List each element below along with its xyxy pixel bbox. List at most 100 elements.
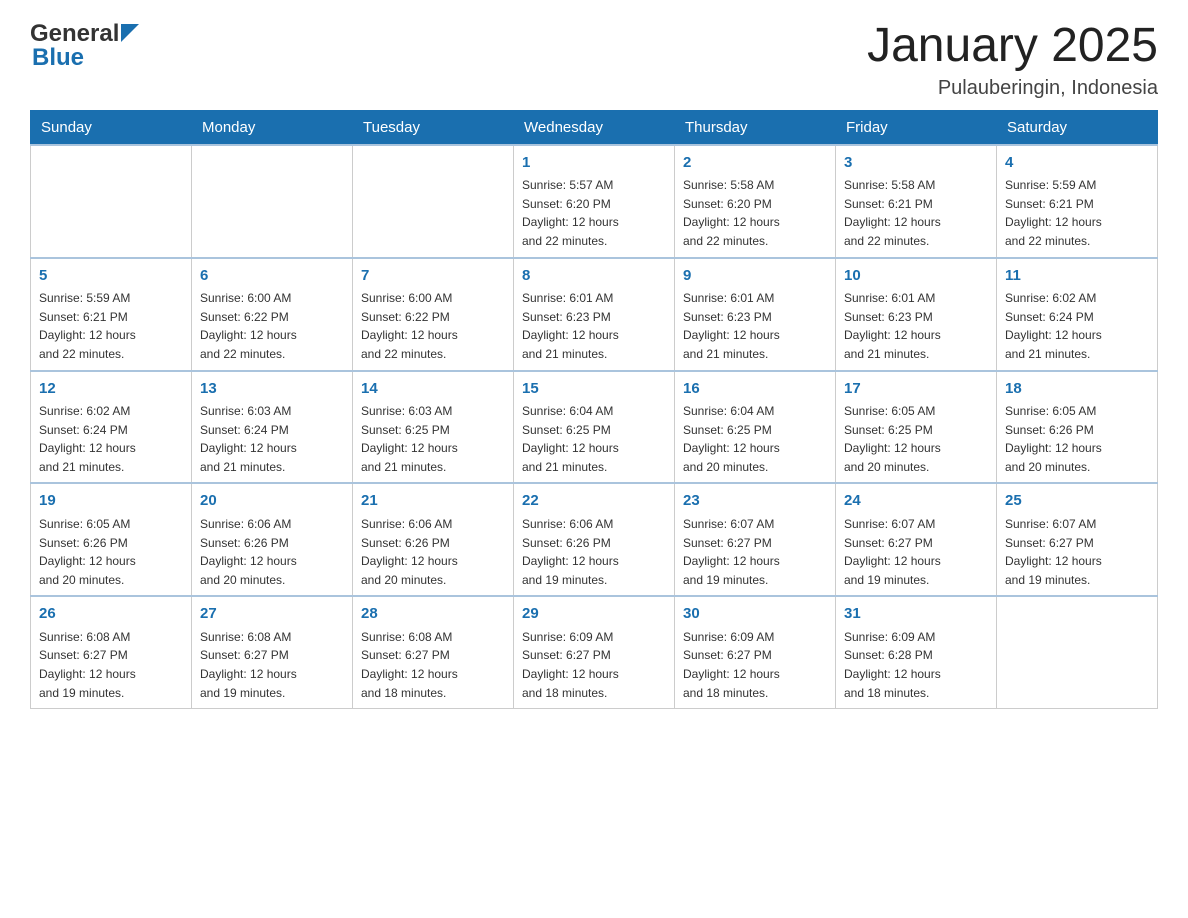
day-number: 5 — [39, 265, 183, 288]
calendar-cell: 19Sunrise: 6:05 AM Sunset: 6:26 PM Dayli… — [31, 483, 192, 596]
day-info: Sunrise: 6:08 AM Sunset: 6:27 PM Dayligh… — [200, 628, 344, 702]
day-info: Sunrise: 6:01 AM Sunset: 6:23 PM Dayligh… — [522, 289, 666, 363]
day-number: 12 — [39, 378, 183, 401]
day-number: 20 — [200, 490, 344, 513]
calendar-cell: 31Sunrise: 6:09 AM Sunset: 6:28 PM Dayli… — [836, 596, 997, 708]
day-number: 27 — [200, 603, 344, 626]
weekday-header-wednesday: Wednesday — [514, 110, 675, 145]
calendar-cell: 1Sunrise: 5:57 AM Sunset: 6:20 PM Daylig… — [514, 145, 675, 258]
day-number: 10 — [844, 265, 988, 288]
calendar-cell: 4Sunrise: 5:59 AM Sunset: 6:21 PM Daylig… — [997, 145, 1158, 258]
day-number: 26 — [39, 603, 183, 626]
day-info: Sunrise: 5:58 AM Sunset: 6:20 PM Dayligh… — [683, 176, 827, 250]
calendar-cell: 29Sunrise: 6:09 AM Sunset: 6:27 PM Dayli… — [514, 596, 675, 708]
calendar-cell: 7Sunrise: 6:00 AM Sunset: 6:22 PM Daylig… — [353, 258, 514, 371]
day-number: 22 — [522, 490, 666, 513]
calendar-header: SundayMondayTuesdayWednesdayThursdayFrid… — [31, 110, 1158, 145]
calendar-week-row: 1Sunrise: 5:57 AM Sunset: 6:20 PM Daylig… — [31, 145, 1158, 258]
calendar-cell: 8Sunrise: 6:01 AM Sunset: 6:23 PM Daylig… — [514, 258, 675, 371]
calendar-cell: 5Sunrise: 5:59 AM Sunset: 6:21 PM Daylig… — [31, 258, 192, 371]
day-number: 30 — [683, 603, 827, 626]
calendar-cell: 22Sunrise: 6:06 AM Sunset: 6:26 PM Dayli… — [514, 483, 675, 596]
day-number: 17 — [844, 378, 988, 401]
day-info: Sunrise: 6:04 AM Sunset: 6:25 PM Dayligh… — [522, 402, 666, 476]
day-info: Sunrise: 6:00 AM Sunset: 6:22 PM Dayligh… — [361, 289, 505, 363]
day-info: Sunrise: 6:03 AM Sunset: 6:24 PM Dayligh… — [200, 402, 344, 476]
day-info: Sunrise: 6:02 AM Sunset: 6:24 PM Dayligh… — [1005, 289, 1149, 363]
logo-blue-text: Blue — [32, 44, 139, 72]
calendar-cell: 25Sunrise: 6:07 AM Sunset: 6:27 PM Dayli… — [997, 483, 1158, 596]
calendar-cell: 14Sunrise: 6:03 AM Sunset: 6:25 PM Dayli… — [353, 371, 514, 484]
day-number: 31 — [844, 603, 988, 626]
day-number: 9 — [683, 265, 827, 288]
calendar-title: January 2025 — [867, 20, 1158, 73]
day-info: Sunrise: 6:05 AM Sunset: 6:26 PM Dayligh… — [39, 515, 183, 589]
day-info: Sunrise: 6:07 AM Sunset: 6:27 PM Dayligh… — [844, 515, 988, 589]
calendar-cell: 26Sunrise: 6:08 AM Sunset: 6:27 PM Dayli… — [31, 596, 192, 708]
day-info: Sunrise: 5:59 AM Sunset: 6:21 PM Dayligh… — [1005, 176, 1149, 250]
calendar-cell: 2Sunrise: 5:58 AM Sunset: 6:20 PM Daylig… — [675, 145, 836, 258]
day-info: Sunrise: 5:57 AM Sunset: 6:20 PM Dayligh… — [522, 176, 666, 250]
day-number: 21 — [361, 490, 505, 513]
day-number: 7 — [361, 265, 505, 288]
day-number: 11 — [1005, 265, 1149, 288]
day-number: 23 — [683, 490, 827, 513]
logo-arrow-icon — [121, 24, 139, 42]
calendar-cell: 3Sunrise: 5:58 AM Sunset: 6:21 PM Daylig… — [836, 145, 997, 258]
calendar-cell — [31, 145, 192, 258]
weekday-header-sunday: Sunday — [31, 110, 192, 145]
day-number: 19 — [39, 490, 183, 513]
calendar-table: SundayMondayTuesdayWednesdayThursdayFrid… — [30, 110, 1158, 709]
day-number: 18 — [1005, 378, 1149, 401]
day-info: Sunrise: 6:02 AM Sunset: 6:24 PM Dayligh… — [39, 402, 183, 476]
weekday-header-row: SundayMondayTuesdayWednesdayThursdayFrid… — [31, 110, 1158, 145]
day-number: 14 — [361, 378, 505, 401]
day-number: 16 — [683, 378, 827, 401]
calendar-cell: 17Sunrise: 6:05 AM Sunset: 6:25 PM Dayli… — [836, 371, 997, 484]
calendar-cell — [997, 596, 1158, 708]
weekday-header-friday: Friday — [836, 110, 997, 145]
calendar-cell: 12Sunrise: 6:02 AM Sunset: 6:24 PM Dayli… — [31, 371, 192, 484]
day-info: Sunrise: 6:04 AM Sunset: 6:25 PM Dayligh… — [683, 402, 827, 476]
calendar-cell: 23Sunrise: 6:07 AM Sunset: 6:27 PM Dayli… — [675, 483, 836, 596]
day-info: Sunrise: 6:09 AM Sunset: 6:27 PM Dayligh… — [683, 628, 827, 702]
day-info: Sunrise: 6:08 AM Sunset: 6:27 PM Dayligh… — [39, 628, 183, 702]
day-info: Sunrise: 6:05 AM Sunset: 6:25 PM Dayligh… — [844, 402, 988, 476]
day-info: Sunrise: 6:03 AM Sunset: 6:25 PM Dayligh… — [361, 402, 505, 476]
calendar-cell: 6Sunrise: 6:00 AM Sunset: 6:22 PM Daylig… — [192, 258, 353, 371]
day-info: Sunrise: 6:06 AM Sunset: 6:26 PM Dayligh… — [200, 515, 344, 589]
day-number: 28 — [361, 603, 505, 626]
calendar-cell: 11Sunrise: 6:02 AM Sunset: 6:24 PM Dayli… — [997, 258, 1158, 371]
calendar-cell: 16Sunrise: 6:04 AM Sunset: 6:25 PM Dayli… — [675, 371, 836, 484]
calendar-cell: 21Sunrise: 6:06 AM Sunset: 6:26 PM Dayli… — [353, 483, 514, 596]
day-info: Sunrise: 6:07 AM Sunset: 6:27 PM Dayligh… — [1005, 515, 1149, 589]
day-info: Sunrise: 6:09 AM Sunset: 6:27 PM Dayligh… — [522, 628, 666, 702]
weekday-header-tuesday: Tuesday — [353, 110, 514, 145]
weekday-header-monday: Monday — [192, 110, 353, 145]
calendar-cell: 13Sunrise: 6:03 AM Sunset: 6:24 PM Dayli… — [192, 371, 353, 484]
day-info: Sunrise: 6:08 AM Sunset: 6:27 PM Dayligh… — [361, 628, 505, 702]
day-info: Sunrise: 5:59 AM Sunset: 6:21 PM Dayligh… — [39, 289, 183, 363]
day-info: Sunrise: 6:09 AM Sunset: 6:28 PM Dayligh… — [844, 628, 988, 702]
calendar-cell: 9Sunrise: 6:01 AM Sunset: 6:23 PM Daylig… — [675, 258, 836, 371]
calendar-body: 1Sunrise: 5:57 AM Sunset: 6:20 PM Daylig… — [31, 145, 1158, 709]
calendar-cell — [353, 145, 514, 258]
calendar-week-row: 26Sunrise: 6:08 AM Sunset: 6:27 PM Dayli… — [31, 596, 1158, 708]
day-number: 3 — [844, 152, 988, 175]
day-number: 8 — [522, 265, 666, 288]
day-number: 1 — [522, 152, 666, 175]
weekday-header-thursday: Thursday — [675, 110, 836, 145]
day-info: Sunrise: 6:01 AM Sunset: 6:23 PM Dayligh… — [844, 289, 988, 363]
day-number: 25 — [1005, 490, 1149, 513]
day-info: Sunrise: 6:01 AM Sunset: 6:23 PM Dayligh… — [683, 289, 827, 363]
calendar-cell: 30Sunrise: 6:09 AM Sunset: 6:27 PM Dayli… — [675, 596, 836, 708]
calendar-cell: 18Sunrise: 6:05 AM Sunset: 6:26 PM Dayli… — [997, 371, 1158, 484]
day-info: Sunrise: 6:07 AM Sunset: 6:27 PM Dayligh… — [683, 515, 827, 589]
logo: General Blue — [30, 20, 139, 72]
day-info: Sunrise: 5:58 AM Sunset: 6:21 PM Dayligh… — [844, 176, 988, 250]
calendar-cell: 20Sunrise: 6:06 AM Sunset: 6:26 PM Dayli… — [192, 483, 353, 596]
weekday-header-saturday: Saturday — [997, 110, 1158, 145]
title-block: January 2025 Pulauberingin, Indonesia — [867, 20, 1158, 100]
day-info: Sunrise: 6:00 AM Sunset: 6:22 PM Dayligh… — [200, 289, 344, 363]
day-number: 13 — [200, 378, 344, 401]
